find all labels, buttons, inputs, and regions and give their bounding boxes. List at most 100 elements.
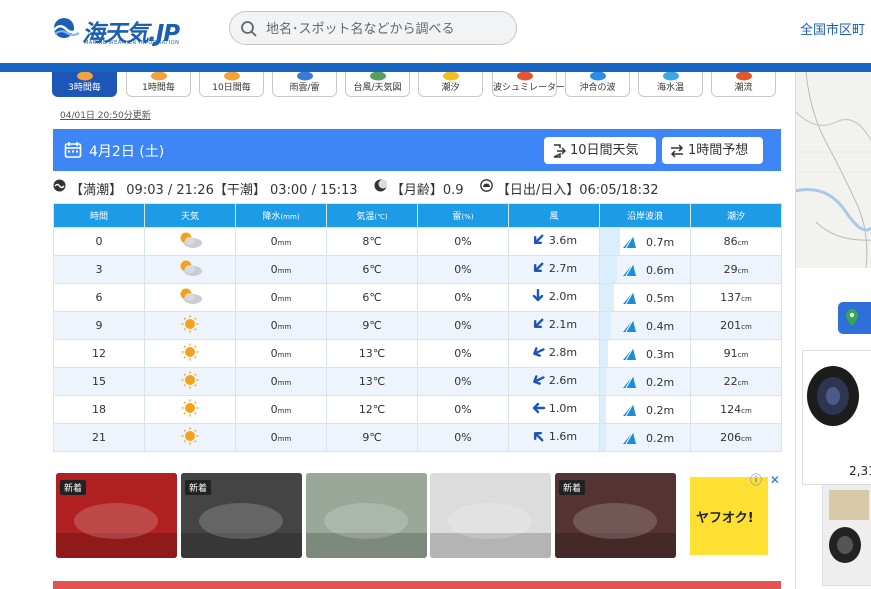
temp-unit: ℃ <box>369 291 382 304</box>
cell-wind-value: 3.6m <box>548 233 578 247</box>
temp-unit: ℃ <box>369 319 382 332</box>
wave-level-bar <box>600 228 620 255</box>
tab-9[interactable]: 海水温 <box>638 72 703 97</box>
tide-unit: cm <box>741 323 752 331</box>
rain-unit: mm <box>277 435 292 443</box>
cell-rain: 0mm <box>235 227 327 256</box>
cell-rain: 0mm <box>235 311 327 340</box>
cell-tide: 124cm <box>690 395 782 424</box>
ad-close-icon[interactable]: ✕ <box>770 473 780 487</box>
ad-image <box>430 473 551 558</box>
tab-4[interactable]: 雨雲/雷 <box>272 72 337 97</box>
cell-temp: 9℃ <box>326 423 418 452</box>
cell-wind-value: 2.1m <box>548 317 578 331</box>
wind-arrow-icon <box>533 375 545 385</box>
header-rain-unit: (mm) <box>280 213 300 221</box>
temp-unit: ℃ <box>369 263 382 276</box>
cell-wave: 0.6m <box>599 255 691 284</box>
table-row: 12 0mm 13℃ 0% 2.8m 0.3m 91cm <box>53 339 782 368</box>
cell-thunder: 0% <box>417 395 509 424</box>
cell-wave: 0.2m <box>599 367 691 396</box>
cell-weather <box>144 255 236 284</box>
tab-1[interactable]: 3時間毎 <box>52 72 117 97</box>
wave-icon <box>623 319 636 333</box>
new-badge: 新着 <box>185 480 212 495</box>
ad-item[interactable]: 新着 <box>56 473 177 558</box>
google-maps-icon[interactable] <box>838 302 871 334</box>
sidebar-product-lens[interactable]: 2,31 <box>802 350 871 485</box>
tab-8[interactable]: 沖合の波 <box>565 72 630 97</box>
ad-item[interactable]: 新着 <box>181 473 302 558</box>
one-hour-button-label: 1時間予想 <box>688 143 749 158</box>
tab-label: 沖合の波 <box>579 83 616 93</box>
ad-item[interactable] <box>306 473 427 558</box>
sunrise-icon <box>479 179 493 192</box>
cell-tide-value: 137 <box>720 291 742 304</box>
sunrise-sunset: 【日出/日入】06:05/18:32 <box>496 183 659 198</box>
sun-cloud-icon <box>180 288 202 304</box>
table-row: 6 0mm 6℃ 0% 2.0m 0.5m 137cm <box>53 283 782 312</box>
updated-timestamp[interactable]: 04/01日 20:50分更新 <box>60 108 151 121</box>
tab-5[interactable]: 台風/天気図 <box>345 72 410 97</box>
wave-icon <box>623 291 636 305</box>
tab-label: 雨雲/雷 <box>289 83 320 93</box>
swap-arrows-icon <box>670 144 684 158</box>
cell-wave: 0.2m <box>599 395 691 424</box>
ad-item[interactable]: 新着 <box>555 473 676 558</box>
camera-lens-image <box>807 366 859 426</box>
tab-6[interactable]: 潮汐 <box>418 72 483 97</box>
cell-rain-value: 0 <box>270 291 278 304</box>
wind-arrow-icon <box>533 318 544 329</box>
ad-info-icon[interactable]: ⓘ ✕ <box>750 471 780 488</box>
cell-wind-value: 1.0m <box>548 401 578 415</box>
wave-level-bar <box>600 312 611 339</box>
cell-time: 12 <box>53 339 145 368</box>
logo-wave-icon <box>53 18 80 38</box>
cell-rain-value: 0 <box>270 235 278 248</box>
tab-7[interactable]: 波シュミレーター <box>492 72 566 97</box>
cell-rain-value: 0 <box>270 263 278 276</box>
yahoo-auction-logo[interactable]: ヤフオク! <box>690 477 768 555</box>
cell-rain: 0mm <box>235 367 327 396</box>
cell-wind-value: 2.8m <box>548 345 578 359</box>
search-box[interactable] <box>229 11 517 45</box>
tide-icon <box>53 179 66 192</box>
wave-icon <box>623 235 636 249</box>
tide-unit: cm <box>737 351 749 359</box>
header-temp: 気温(℃) <box>326 203 418 228</box>
tab-2[interactable]: 1時間毎 <box>126 72 191 97</box>
ten-day-button[interactable]: 10日間天気 <box>544 137 656 164</box>
forecast-tabs: 3時間毎 1時間毎 10日間毎 雨雲/雷 台風/天気図 潮汐 波シュミレーター 沖合の波 海水温… <box>52 72 782 98</box>
tab-10[interactable]: 潮流 <box>711 72 776 97</box>
yahoo-auction-label: ヤフオク! <box>696 511 754 526</box>
tab-label: 波シュミレーター <box>493 83 566 93</box>
one-hour-button[interactable]: 1時間予想 <box>662 137 763 164</box>
cell-thunder: 0% <box>417 227 509 256</box>
cell-weather <box>144 367 236 396</box>
cell-temp-value: 13 <box>358 375 373 388</box>
cell-wave-value: 0.7m <box>646 236 675 249</box>
wind-arrow-icon <box>533 234 544 245</box>
cell-thunder: 0% <box>417 367 509 396</box>
cell-wind-value: 1.6m <box>548 429 578 443</box>
header-thunder-unit: (%) <box>461 213 474 221</box>
next-section-bar <box>53 581 781 589</box>
ad-item[interactable] <box>430 473 551 558</box>
area-list-link[interactable]: 全国市区町 <box>800 19 865 38</box>
cell-rain-value: 0 <box>270 431 278 444</box>
table-row: 18 0mm 12℃ 0% 1.0m 0.2m 124cm <box>53 395 782 424</box>
temp-unit: ℃ <box>369 431 382 444</box>
tab-3[interactable]: 10日間毎 <box>199 72 264 97</box>
cell-weather <box>144 283 236 312</box>
wave-icon <box>623 263 636 277</box>
cell-weather <box>144 311 236 340</box>
site-logo[interactable]: 海天気.JP MARINE WEATHER INFORMATION <box>52 14 182 48</box>
cell-tide-value: 91 <box>723 347 738 360</box>
cell-weather <box>144 339 236 368</box>
mini-map[interactable] <box>796 72 871 268</box>
wind-arrow-icon <box>532 402 545 414</box>
wave-level-bar <box>600 424 606 451</box>
sidebar-product-2[interactable] <box>822 484 871 586</box>
search-input[interactable] <box>266 18 506 40</box>
cell-weather <box>144 227 236 256</box>
